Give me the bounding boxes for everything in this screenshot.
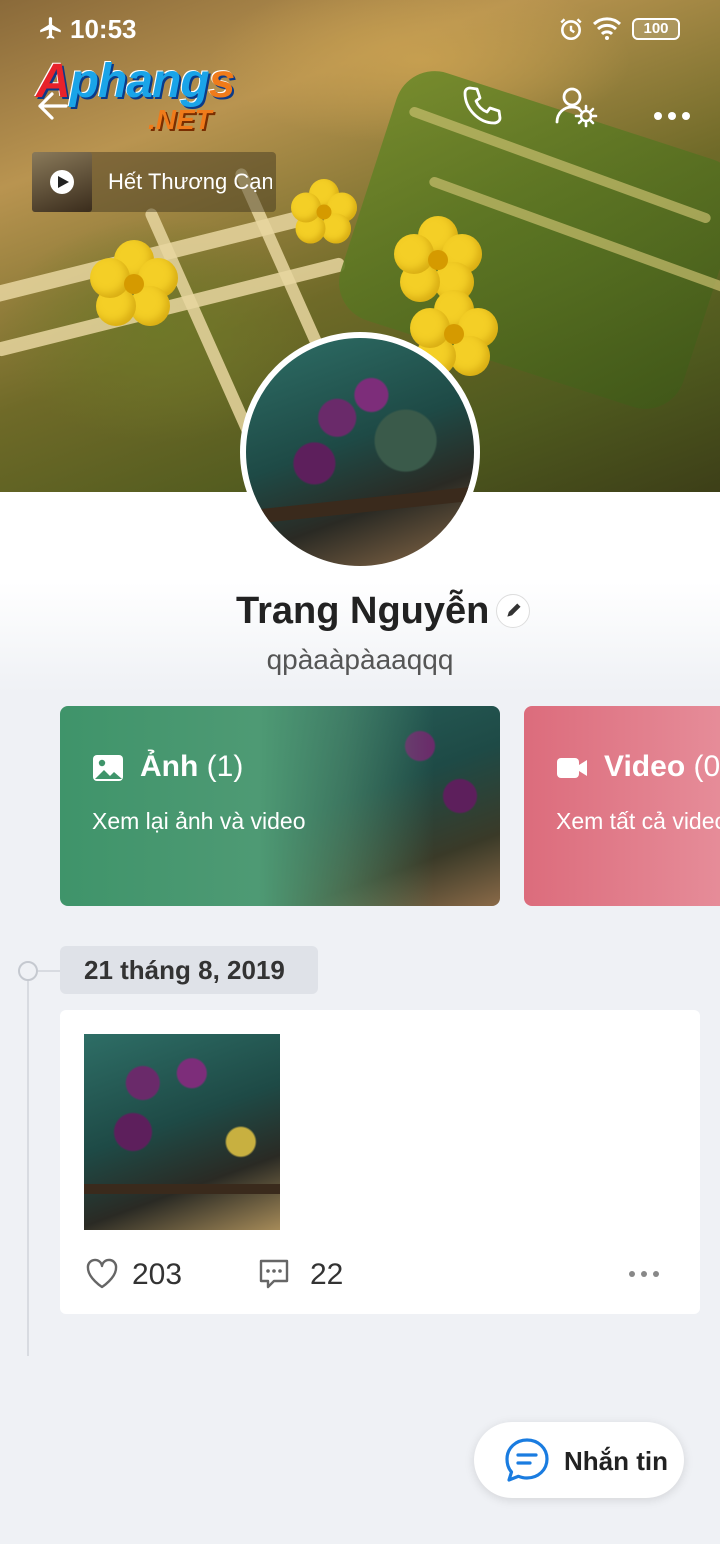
videos-card-subtitle: Xem tất cả video [556, 808, 720, 834]
post-actions: 203 22 [84, 1254, 684, 1294]
more-dots-icon[interactable] [624, 1260, 664, 1288]
status-time: 10:53 [70, 14, 137, 44]
comment-icon[interactable] [256, 1256, 292, 1292]
timeline-dot [18, 961, 38, 981]
videos-card-title: Video (0) [604, 750, 720, 783]
user-settings-icon[interactable] [552, 82, 600, 130]
pencil-icon[interactable] [496, 594, 530, 628]
photos-card-subtitle: Xem lại ảnh và video [92, 808, 306, 834]
timeline-line [27, 980, 29, 1356]
cover-flower [90, 240, 178, 328]
avatar[interactable] [240, 332, 480, 572]
wifi-icon [592, 17, 622, 40]
like-count: 203 [132, 1258, 183, 1291]
post-photo[interactable] [84, 1034, 280, 1230]
battery-indicator: 100 [632, 18, 680, 40]
photos-card[interactable]: Ảnh (1) Xem lại ảnh và video [60, 706, 500, 906]
comment-count: 22 [310, 1258, 344, 1291]
profile-top-bar: Aphangs .NET [0, 55, 720, 140]
music-title: Hết Thương Cạn Nhớ [108, 169, 272, 194]
arrow-left-icon[interactable] [32, 86, 72, 126]
message-button-label: Nhắn tin [564, 1446, 668, 1476]
timeline-date: 21 tháng 8, 2019 [60, 946, 318, 994]
videos-card[interactable]: Video (0) Xem tất cả video [524, 706, 720, 906]
status-bar: 10:53 100 [0, 0, 720, 56]
photos-card-title: Ảnh (1) [140, 750, 244, 783]
timeline-connector [38, 970, 60, 972]
heart-icon[interactable] [84, 1256, 120, 1292]
music-thumbnail [32, 152, 92, 212]
message-button[interactable]: Nhắn tin [474, 1422, 684, 1498]
airplane-mode-icon [40, 17, 61, 39]
profile-music-player[interactable]: Hết Thương Cạn Nhớ [32, 152, 276, 212]
alarm-icon [560, 18, 582, 41]
profile-bio: qpàaàpàaaqqq [266, 644, 454, 675]
play-icon[interactable] [50, 170, 74, 194]
cover-flower [291, 179, 357, 245]
chat-bubble-icon [505, 1438, 549, 1482]
profile-name: Trang Nguyễn [236, 590, 490, 632]
phone-icon[interactable] [458, 82, 506, 130]
video-camera-icon [557, 758, 587, 778]
image-icon [93, 755, 123, 781]
timeline-post: 203 22 [60, 1010, 700, 1314]
more-dots-icon[interactable] [648, 82, 696, 130]
